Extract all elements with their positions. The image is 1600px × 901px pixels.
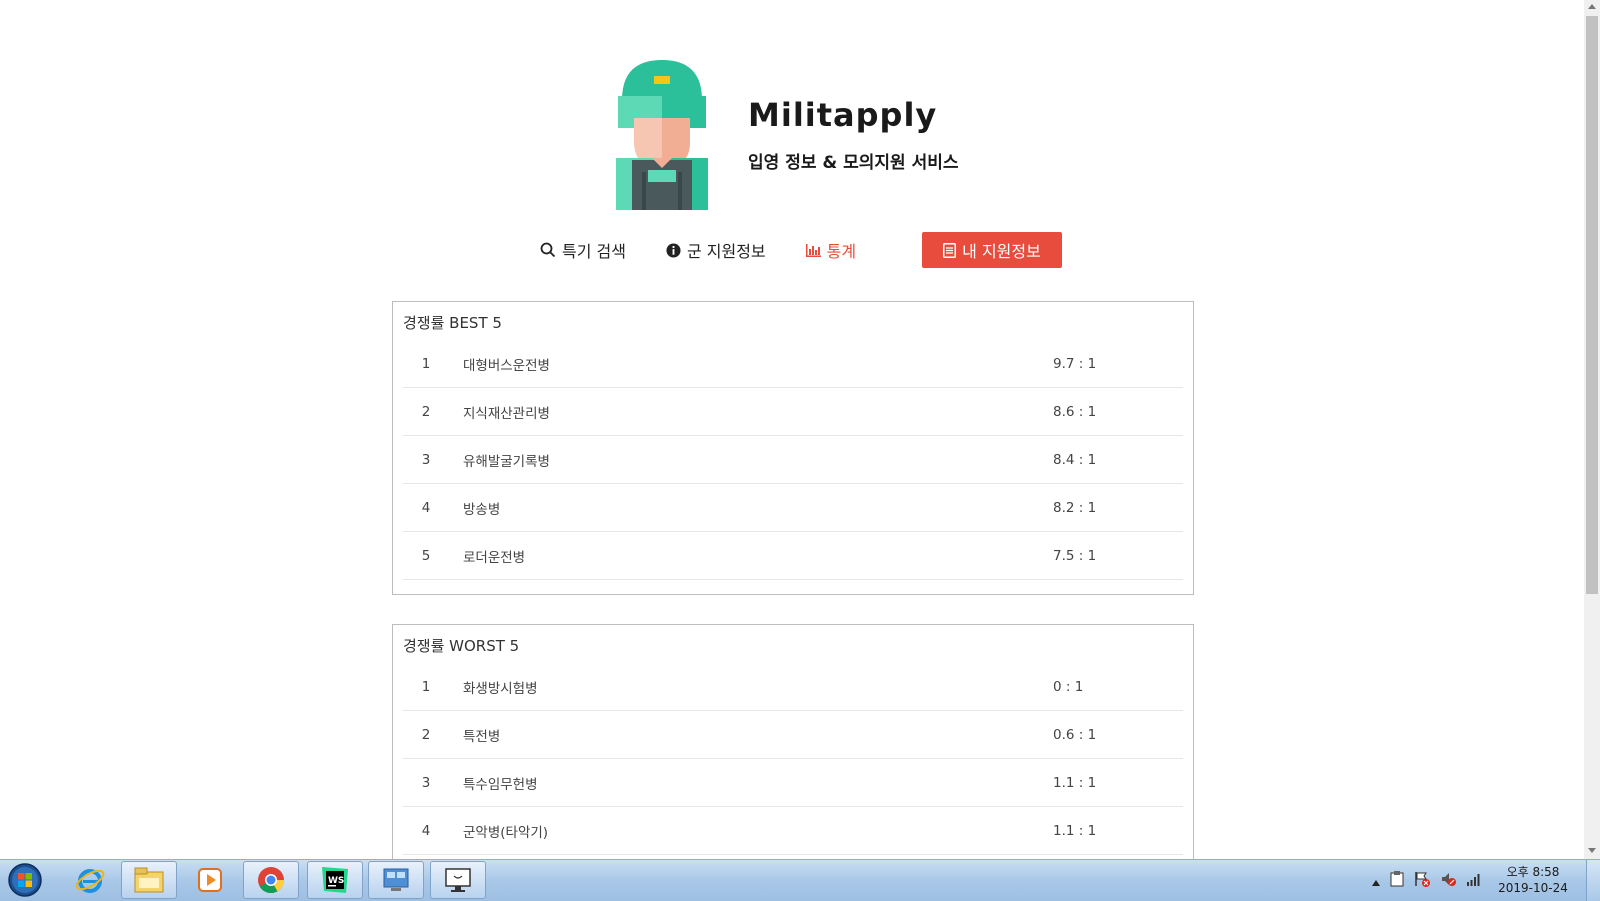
table-row: 3 유해발굴기록병 8.4 : 1 (403, 436, 1183, 484)
scrollbar-thumb[interactable] (1586, 16, 1598, 594)
specialty-name: 방송병 (463, 501, 501, 518)
rank: 1 (421, 678, 431, 695)
remote-desktop-taskbar-icon[interactable] (430, 861, 486, 899)
table-row: 5 로더운전병 7.5 : 1 (403, 532, 1183, 580)
start-orb-icon[interactable] (3, 862, 47, 898)
scroll-up-arrow-icon[interactable] (1588, 4, 1596, 9)
search-icon (540, 242, 556, 258)
table-row: 4 방송병 8.2 : 1 (403, 484, 1183, 532)
competition-ratio: 0.6 : 1 (1053, 726, 1097, 743)
table-row: 3 특수임무헌병 1.1 : 1 (403, 759, 1183, 807)
info-icon (666, 242, 681, 258)
nav-item-label: 군 지원정보 (686, 242, 766, 261)
rank: 4 (421, 499, 431, 516)
show-desktop-button[interactable] (1586, 860, 1600, 901)
my-application-button[interactable]: 내 지원정보 (922, 232, 1062, 268)
rank: 2 (421, 726, 431, 743)
action-center-flag-icon[interactable] (1414, 871, 1430, 891)
competition-ratio: 8.2 : 1 (1053, 499, 1097, 516)
specialty-name: 군악병(타악기) (463, 824, 549, 841)
nav-item-specialty-search[interactable]: 특기 검색 (540, 238, 626, 262)
browser-page: Militapply 입영 정보 & 모의지원 서비스 특기 검색 군 지원정보 (0, 0, 1584, 859)
brand-subtitle: 입영 정보 & 모의지원 서비스 (748, 153, 959, 173)
specialty-name: 대형버스운전병 (463, 357, 550, 374)
internet-explorer-taskbar-icon[interactable] (62, 861, 118, 899)
competition-ratio: 0 : 1 (1053, 678, 1084, 695)
nav-item-label: 통계 (826, 242, 857, 261)
best-5-panel: 경쟁률 BEST 5 1 대형버스운전병 9.7 : 1 2 지식재산관리병 8… (392, 301, 1194, 595)
page-scrollbar[interactable] (1584, 0, 1600, 859)
rank: 1 (421, 355, 431, 372)
system-tray (1372, 860, 1492, 901)
specialty-name: 특수임무헌병 (463, 776, 538, 793)
rank: 3 (421, 451, 431, 468)
table-row: 1 화생방시험병 0 : 1 (403, 663, 1183, 711)
chrome-taskbar-icon[interactable] (243, 861, 299, 899)
network-signal-icon[interactable] (1466, 871, 1482, 890)
competition-ratio: 1.1 : 1 (1053, 822, 1097, 839)
my-application-label: 내 지원정보 (962, 242, 1041, 261)
specialty-name: 특전병 (463, 728, 501, 745)
table-row: 1 대형버스운전병 9.7 : 1 (403, 340, 1183, 388)
competition-ratio: 1.1 : 1 (1053, 774, 1097, 791)
clipboard-tray-icon[interactable] (1390, 870, 1404, 891)
table-row: 2 특전병 0.6 : 1 (403, 711, 1183, 759)
panel-title: 경쟁률 BEST 5 (403, 314, 502, 332)
panel-title: 경쟁률 WORST 5 (403, 637, 520, 655)
worst-5-panel: 경쟁률 WORST 5 1 화생방시험병 0 : 1 2 특전병 0.6 : 1… (392, 624, 1194, 859)
document-icon (943, 242, 957, 258)
control-panel-taskbar-icon[interactable] (368, 861, 424, 899)
file-explorer-taskbar-icon[interactable] (121, 861, 177, 899)
competition-ratio: 8.4 : 1 (1053, 451, 1097, 468)
media-player-taskbar-icon[interactable] (182, 861, 238, 899)
competition-ratio: 8.6 : 1 (1053, 403, 1097, 420)
windows-taskbar: WS 오후 8:58 2019-10-24 (0, 859, 1600, 901)
main-nav: 특기 검색 군 지원정보 통계 (540, 232, 896, 268)
clock-date: 2019-10-24 (1498, 881, 1568, 895)
bar-chart-icon (805, 243, 821, 257)
svg-text:WS: WS (328, 876, 344, 886)
competition-ratio: 9.7 : 1 (1053, 355, 1097, 372)
nav-item-statistics[interactable]: 통계 (805, 238, 857, 262)
table-row: 2 지식재산관리병 8.6 : 1 (403, 388, 1183, 436)
clock-time: 오후 8:58 (1506, 865, 1560, 879)
show-hidden-icons-icon[interactable] (1372, 871, 1380, 890)
specialty-name: 유해발굴기록병 (463, 453, 550, 470)
brand-title: Militapply (748, 96, 938, 134)
rank: 2 (421, 403, 431, 420)
rank: 5 (421, 547, 431, 564)
soldier-logo-icon (616, 60, 708, 210)
rank: 3 (421, 774, 431, 791)
nav-item-military-info[interactable]: 군 지원정보 (666, 238, 766, 262)
nav-item-label: 특기 검색 (562, 242, 626, 261)
specialty-name: 화생방시험병 (463, 680, 538, 697)
specialty-name: 로더운전병 (463, 549, 526, 566)
taskbar-clock[interactable]: 오후 8:58 2019-10-24 (1498, 864, 1568, 896)
webstorm-taskbar-icon[interactable]: WS (307, 861, 363, 899)
table-row: 4 군악병(타악기) 1.1 : 1 (403, 807, 1183, 855)
scroll-down-arrow-icon[interactable] (1588, 848, 1596, 853)
volume-muted-icon[interactable] (1440, 871, 1456, 891)
specialty-name: 지식재산관리병 (463, 405, 550, 422)
rank: 4 (421, 822, 431, 839)
competition-ratio: 7.5 : 1 (1053, 547, 1097, 564)
